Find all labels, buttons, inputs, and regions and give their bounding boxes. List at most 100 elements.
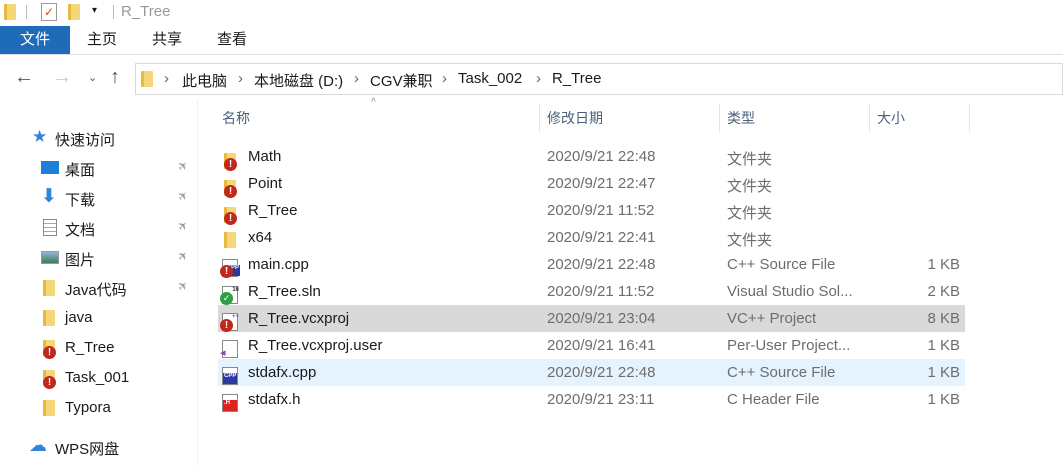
sidebar-item[interactable]: 桌面 ✈ xyxy=(0,153,198,183)
sidebar-item-label: WPS网盘 xyxy=(55,441,120,458)
pin-icon[interactable]: ✈ xyxy=(175,187,192,204)
ribbon-tabs: 文件 主页 共享 查看 xyxy=(0,26,1063,55)
sidebar-item[interactable]: java xyxy=(0,303,198,333)
tab-view[interactable]: 查看 xyxy=(217,26,247,54)
file-type: 文件夹 xyxy=(727,178,773,195)
file-date: 2020/9/21 22:48 xyxy=(547,148,656,165)
pictures-icon xyxy=(41,251,59,264)
file-row[interactable]: CPP stdafx.cpp 2020/9/21 22:48 C++ Source F… xyxy=(218,359,965,386)
breadcrumb-cgv[interactable]: CGV兼职 xyxy=(370,70,433,91)
customize-dropdown-icon[interactable]: ▾ xyxy=(92,5,97,16)
pin-icon[interactable]: ✈ xyxy=(175,217,192,234)
file-type: Visual Studio Sol... xyxy=(727,283,853,300)
sidebar-item-label: 桌面 xyxy=(65,162,96,179)
file-date: 2020/9/21 11:52 xyxy=(547,202,655,219)
breadcrumb-separator-icon: › xyxy=(238,70,243,87)
file-row[interactable]: x64 2020/9/21 22:41 文件夹 xyxy=(218,224,965,251)
folder-icon xyxy=(4,4,16,20)
recent-locations-button[interactable]: ⌄ xyxy=(88,71,97,84)
new-folder-icon[interactable] xyxy=(68,4,80,20)
folder-warning-icon: ! xyxy=(224,180,237,198)
sidebar-item[interactable]: ⬇ 下载 ✈ xyxy=(0,183,198,213)
file-date: 2020/9/21 16:41 xyxy=(547,337,656,354)
file-type: 文件夹 xyxy=(727,205,773,222)
sidebar-item-label: 文档 xyxy=(65,222,96,239)
tab-home[interactable]: 主页 xyxy=(87,26,117,54)
file-row[interactable]: CPP! main.cpp 2020/9/21 22:48 C++ Source Fi… xyxy=(218,251,965,278)
breadcrumb-task-002[interactable]: Task_002 xyxy=(458,70,522,87)
sidebar-wps[interactable]: ☁ WPS网盘 xyxy=(0,432,198,462)
file-name: Math xyxy=(248,148,282,165)
file-date: 2020/9/21 22:41 xyxy=(547,229,656,246)
column-header-size[interactable]: 大小 xyxy=(877,104,905,132)
column-header-type[interactable]: 类型 xyxy=(727,104,755,132)
sidebar-quick-access[interactable]: ★ 快速访问 xyxy=(0,123,198,153)
up-button[interactable]: ↑ xyxy=(110,66,120,89)
desktop-icon xyxy=(41,161,59,174)
file-date: 2020/9/21 22:48 xyxy=(547,256,656,273)
sidebar-item-label: 图片 xyxy=(65,252,96,269)
file-name: x64 xyxy=(248,229,273,246)
file-size: 1 KB xyxy=(927,391,960,408)
file-name: Point xyxy=(248,175,283,192)
folder-icon xyxy=(141,71,153,87)
file-type: VC++ Project xyxy=(727,310,817,327)
sidebar-item-label: Java代码 xyxy=(65,282,127,299)
sidebar-item[interactable]: 文档 ✈ xyxy=(0,213,198,243)
pin-icon[interactable]: ✈ xyxy=(175,157,192,174)
file-type: C Header File xyxy=(727,391,820,408)
column-divider[interactable] xyxy=(969,104,970,132)
sln-file-ok-icon: 16 ✓ xyxy=(220,286,239,305)
pin-icon[interactable]: ✈ xyxy=(175,247,192,264)
file-row[interactable]: ! Point 2020/9/21 22:47 文件夹 xyxy=(218,170,965,198)
window-title: R_Tree xyxy=(121,3,171,20)
properties-icon[interactable]: ✓ xyxy=(41,3,57,21)
folder-icon xyxy=(43,400,55,416)
column-header-date[interactable]: 修改日期 xyxy=(547,104,603,132)
sidebar-item[interactable]: Typora xyxy=(0,393,198,423)
tab-file[interactable]: 文件 xyxy=(0,26,70,54)
column-divider[interactable] xyxy=(869,104,870,132)
file-row[interactable]: ◂ R_Tree.vcxproj.user 2020/9/21 16:41 Per-U… xyxy=(218,332,965,359)
sidebar-item-label: R_Tree xyxy=(65,339,115,356)
folder-icon xyxy=(43,310,55,326)
forward-button[interactable]: → xyxy=(52,66,72,89)
breadcrumb-local-disk[interactable]: 本地磁盘 (D:) xyxy=(254,70,343,91)
document-icon xyxy=(43,219,57,236)
header-file-icon: .H xyxy=(222,394,238,412)
file-type: C++ Source File xyxy=(727,364,836,381)
column-divider[interactable] xyxy=(719,104,720,132)
file-date: 2020/9/21 23:04 xyxy=(547,310,656,327)
address-bar[interactable]: › 此电脑 › 本地磁盘 (D:) › CGV兼职 › Task_002 › R… xyxy=(135,63,1063,95)
cloud-icon: ☁ xyxy=(29,435,47,455)
file-row[interactable]: ++! R_Tree.vcxproj 2020/9/21 23:04 VC++ Pro… xyxy=(218,305,965,332)
divider xyxy=(26,5,27,19)
file-row[interactable]: 16 ✓ R_Tree.sln 2020/9/21 11:52 Visual Studi… xyxy=(218,278,965,305)
file-name: stdafx.cpp xyxy=(248,364,317,381)
sidebar-item[interactable]: Java代码 ✈ xyxy=(0,273,198,303)
breadcrumb-this-pc[interactable]: 此电脑 xyxy=(182,70,227,91)
file-row[interactable]: .H stdafx.h 2020/9/21 23:11 C Header File 1 … xyxy=(218,386,965,413)
file-date: 2020/9/21 22:47 xyxy=(547,175,656,192)
sidebar-item-label: java xyxy=(65,309,93,326)
file-size: 1 KB xyxy=(927,337,960,354)
tab-share[interactable]: 共享 xyxy=(152,26,182,54)
sidebar-item[interactable]: ! R_Tree xyxy=(0,333,198,363)
column-divider[interactable] xyxy=(539,104,540,132)
breadcrumb-separator-icon: › xyxy=(354,70,359,87)
folder-warning-icon: ! xyxy=(224,153,237,171)
back-button[interactable]: ← xyxy=(14,66,34,89)
column-header-name[interactable]: 名称 xyxy=(222,104,250,132)
breadcrumb-r-tree[interactable]: R_Tree xyxy=(552,70,601,87)
file-name: R_Tree.vcxproj xyxy=(248,310,350,327)
sidebar-item[interactable]: ! Task_001 xyxy=(0,363,198,393)
file-row[interactable]: ! Math 2020/9/21 22:48 文件夹 xyxy=(218,143,965,171)
sidebar-item[interactable]: 图片 ✈ xyxy=(0,243,198,273)
file-date: 2020/9/21 11:52 xyxy=(547,283,655,300)
pin-icon[interactable]: ✈ xyxy=(175,277,192,294)
file-type: Per-User Project... xyxy=(727,337,851,354)
file-name: main.cpp xyxy=(248,256,309,273)
sidebar-item-label: 快速访问 xyxy=(55,132,116,149)
file-row[interactable]: ! R_Tree 2020/9/21 11:52 文件夹 xyxy=(218,197,965,225)
folder-warning-icon: ! xyxy=(224,207,237,225)
